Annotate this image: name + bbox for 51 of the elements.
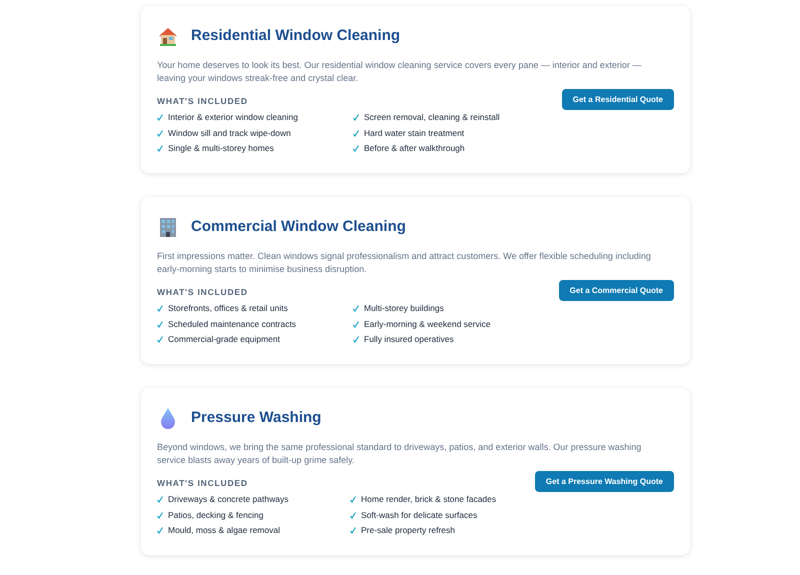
included-item: Driveways & concrete pathways bbox=[168, 493, 288, 506]
check-icon bbox=[157, 512, 163, 519]
check-icon bbox=[157, 305, 163, 312]
included-item: Home render, brick & stone facades bbox=[361, 493, 496, 506]
included-item: Screen removal, cleaning & reinstall bbox=[364, 111, 500, 124]
service-title: Pressure Washing bbox=[191, 408, 322, 428]
included-item: Scheduled maintenance contracts bbox=[168, 318, 296, 331]
included-heading: WHAT'S INCLUDED bbox=[157, 286, 249, 298]
check-icon bbox=[350, 527, 356, 534]
check-icon bbox=[350, 512, 356, 519]
check-icon bbox=[157, 145, 163, 152]
service-description: Your home deserves to look its best. Our residential window cleaning service covers every pane — interior and exterior — leaving your windows streak-free and crystal clear. bbox=[157, 59, 642, 85]
included-heading: WHAT'S INCLUDED bbox=[157, 95, 249, 107]
included-item: Storefronts, offices & retail units bbox=[168, 302, 288, 316]
check-icon bbox=[350, 496, 356, 504]
included-item: Hard water stain treatment bbox=[364, 126, 464, 140]
water-drop-icon bbox=[160, 407, 176, 429]
included-item: Multi-storey buildings bbox=[364, 302, 444, 316]
check-icon bbox=[353, 130, 359, 137]
included-item: Commercial-grade equipment bbox=[168, 333, 280, 346]
check-icon bbox=[157, 527, 163, 534]
check-icon bbox=[157, 336, 163, 344]
check-icon bbox=[353, 320, 359, 328]
included-item: Patios, decking & fencing bbox=[168, 508, 264, 522]
included-item: Window sill and track wipe-down bbox=[168, 126, 291, 140]
check-icon bbox=[157, 130, 163, 137]
included-item: Early-morning & weekend service bbox=[364, 318, 491, 331]
included-item: Single & multi-storey homes bbox=[168, 142, 274, 156]
check-icon bbox=[353, 336, 359, 344]
included-item: Pre-sale property refresh bbox=[361, 524, 456, 538]
included-item: Mould, moss & algae removal bbox=[168, 524, 280, 538]
check-icon bbox=[353, 305, 359, 312]
service-description: First impressions matter. Clean windows signal professionalism and attract customers. We offer flexible scheduling including early-morning starts to minimise business disruption. bbox=[157, 250, 652, 276]
included-heading: WHAT'S INCLUDED bbox=[157, 477, 249, 489]
check-icon bbox=[353, 114, 359, 122]
included-item: Interior & exterior window cleaning bbox=[168, 111, 298, 124]
check-icon bbox=[353, 145, 359, 152]
included-item: Fully insured operatives bbox=[364, 333, 454, 346]
quote-button[interactable]: Get a Pressure Washing Quote bbox=[534, 471, 674, 492]
check-icon bbox=[157, 114, 163, 122]
quote-button[interactable]: Get a Commercial Quote bbox=[558, 280, 674, 301]
included-item: Soft-wash for delicate surfaces bbox=[361, 508, 478, 522]
check-icon bbox=[157, 320, 163, 328]
service-title: Residential Window Cleaning bbox=[191, 26, 400, 46]
building-icon bbox=[157, 216, 179, 238]
house-icon bbox=[157, 25, 179, 47]
service-title: Commercial Window Cleaning bbox=[191, 216, 406, 237]
included-item: Before & after walkthrough bbox=[364, 142, 465, 156]
service-description: Beyond windows, we bring the same professional standard to driveways, patios, and exterior walls. Our pressure washing service blasts away years of built-up grime safely. bbox=[157, 441, 642, 467]
quote-button[interactable]: Get a Residential Quote bbox=[562, 89, 674, 110]
check-icon bbox=[157, 496, 163, 504]
